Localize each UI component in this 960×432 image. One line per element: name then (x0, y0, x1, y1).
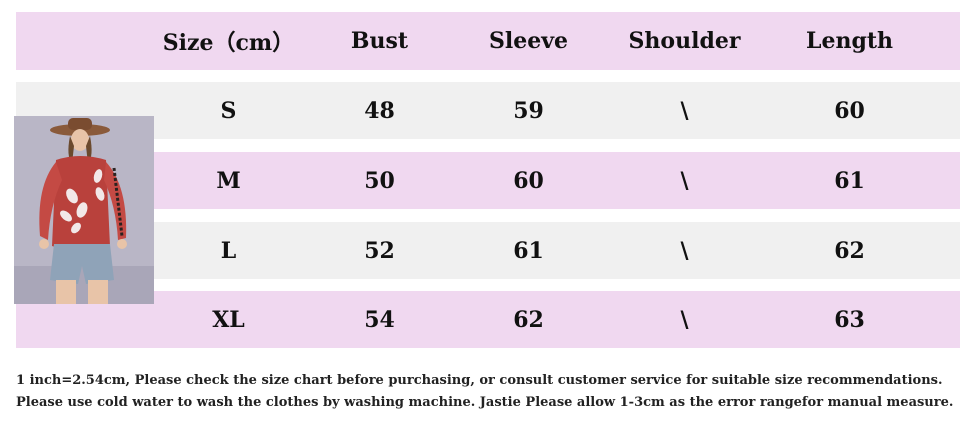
size-cell: M (216, 167, 241, 194)
table-header: Size（cm） Bust Sleeve Shoulder Length (16, 12, 960, 70)
header-sleeve: Sleeve (488, 28, 569, 54)
bust-cell: 52 (364, 237, 395, 264)
sleeve-cell: 60 (513, 167, 544, 194)
size-cell: XL (212, 306, 245, 333)
product-photo (14, 116, 154, 304)
bust-cell: 54 (364, 306, 395, 333)
size-cell: L (220, 237, 237, 264)
table-row: M 50 60 \ 61 (16, 152, 960, 209)
header-bust: Bust (350, 28, 409, 54)
header-length: Length (805, 28, 893, 54)
shoulder-cell: \ (680, 167, 689, 194)
table-row: L 52 61 \ 62 (16, 222, 960, 279)
table-row: XL 54 62 \ 63 (16, 291, 960, 348)
length-cell: 60 (834, 97, 865, 124)
length-cell: 63 (834, 306, 865, 333)
shoulder-cell: \ (680, 97, 689, 124)
header-shoulder: Shoulder (628, 28, 741, 54)
note-line-2: Please use cold water to wash the clothe… (16, 395, 954, 410)
size-cell: S (220, 97, 237, 124)
note-line-1: 1 inch=2.54cm, Please check the size cha… (16, 373, 943, 388)
length-cell: 62 (834, 237, 865, 264)
sleeve-cell: 61 (513, 237, 544, 264)
bust-cell: 48 (364, 97, 395, 124)
length-cell: 61 (834, 167, 865, 194)
table-row: S 48 59 \ 60 (16, 82, 960, 139)
header-size: Size（cm） (162, 30, 295, 56)
shoulder-cell: \ (680, 306, 689, 333)
shoulder-cell: \ (680, 237, 689, 264)
sleeve-cell: 59 (513, 97, 544, 124)
bust-cell: 50 (364, 167, 395, 194)
sleeve-cell: 62 (513, 306, 544, 333)
